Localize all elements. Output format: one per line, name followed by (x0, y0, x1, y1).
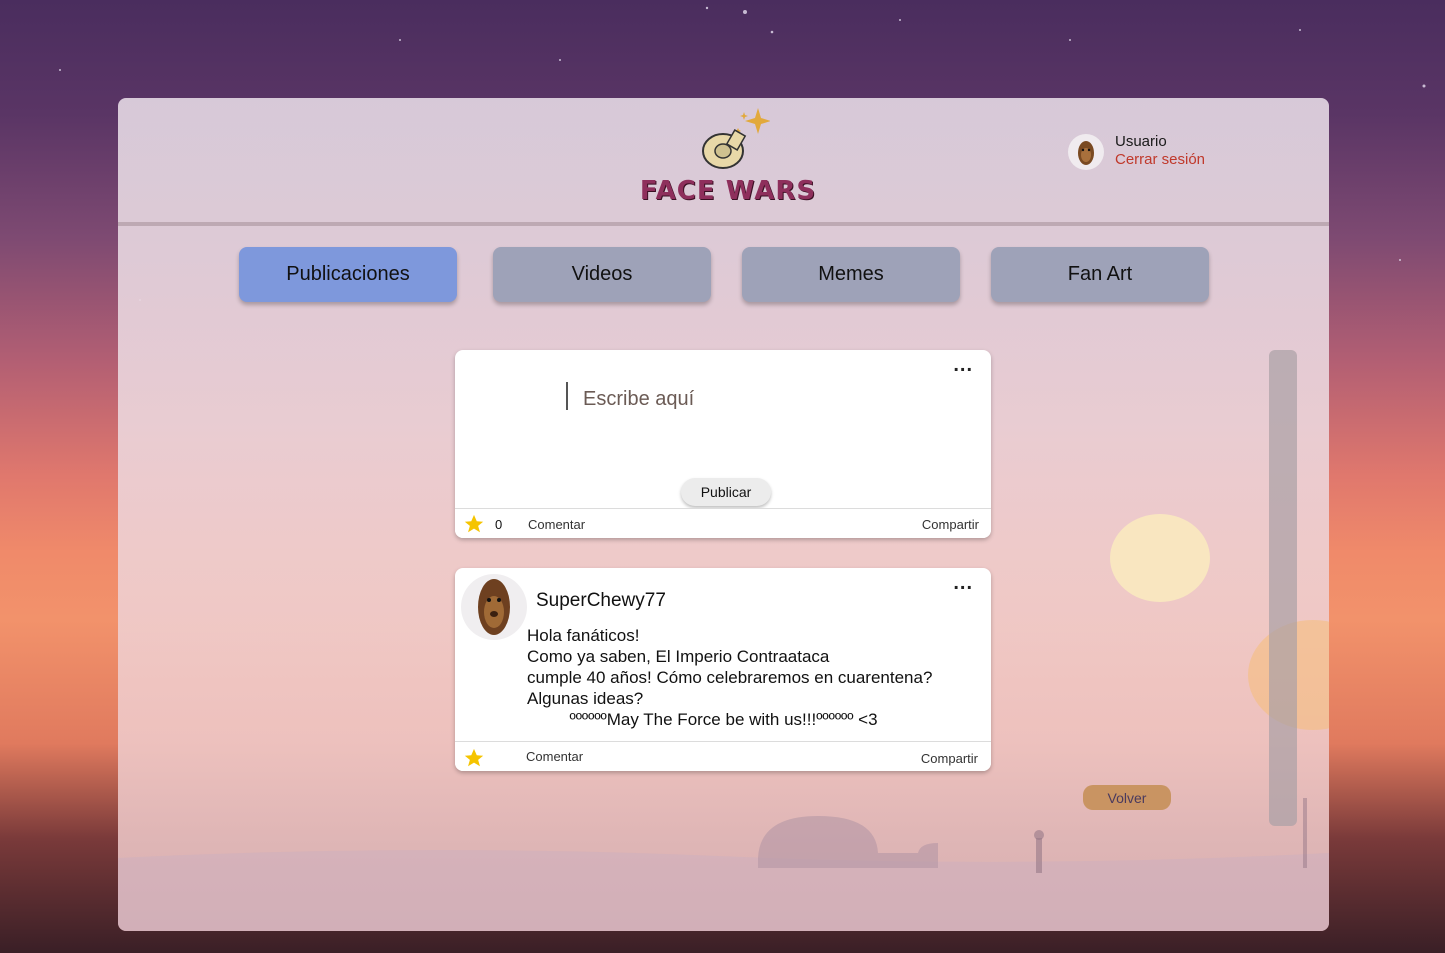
avatar[interactable] (1068, 134, 1104, 170)
tab-fan-art[interactable]: Fan Art (991, 247, 1209, 302)
compose-input[interactable] (581, 384, 965, 414)
sun-large (1110, 514, 1210, 602)
post-actions: Comentar Compartir (455, 741, 991, 771)
wookiee-avatar-icon (1078, 141, 1094, 165)
post-author[interactable]: SuperChewy77 (536, 590, 666, 612)
post-body: Hola fanáticos! Como ya saben, El Imperi… (527, 626, 933, 729)
composer-actions: 0 Comentar Compartir (455, 508, 991, 538)
scrollbar[interactable] (1269, 350, 1297, 826)
tab-videos[interactable]: Videos (493, 247, 711, 302)
tab-publicaciones[interactable]: Publicaciones (239, 247, 457, 302)
star-icon[interactable] (463, 513, 485, 535)
tab-memes[interactable]: Memes (742, 247, 960, 302)
author-avatar[interactable] (461, 574, 527, 640)
main-panel: FACE WARS Usuario Cerrar sesión Publicac… (118, 98, 1329, 931)
text-cursor (566, 382, 568, 410)
spaceship-icon (702, 108, 770, 169)
post-card: ... SuperChewy77 Hola fanáticos! Como ya… (455, 568, 991, 771)
share-button[interactable]: Compartir (922, 517, 979, 532)
app-title: FACE WARS (639, 176, 817, 206)
more-options-icon[interactable]: ... (953, 355, 973, 375)
comment-button[interactable]: Comentar (528, 517, 585, 532)
share-button[interactable]: Compartir (921, 751, 978, 766)
app-logo[interactable]: FACE WARS (628, 106, 828, 211)
star-icon[interactable] (463, 747, 485, 769)
user-name: Usuario (1115, 133, 1167, 150)
back-button[interactable]: Volver (1083, 785, 1171, 810)
post-composer: ... Publicar 0 Comentar Compartir (455, 350, 991, 538)
user-menu: Usuario Cerrar sesión (1068, 132, 1268, 172)
wookiee-avatar-icon (478, 579, 510, 635)
logout-link[interactable]: Cerrar sesión (1115, 151, 1205, 168)
comment-button[interactable]: Comentar (526, 749, 583, 764)
more-options-icon[interactable]: ... (953, 573, 973, 593)
like-count: 0 (495, 517, 503, 532)
desert-silhouette (118, 798, 1329, 931)
publish-button[interactable]: Publicar (681, 478, 771, 506)
header-divider (118, 222, 1329, 226)
